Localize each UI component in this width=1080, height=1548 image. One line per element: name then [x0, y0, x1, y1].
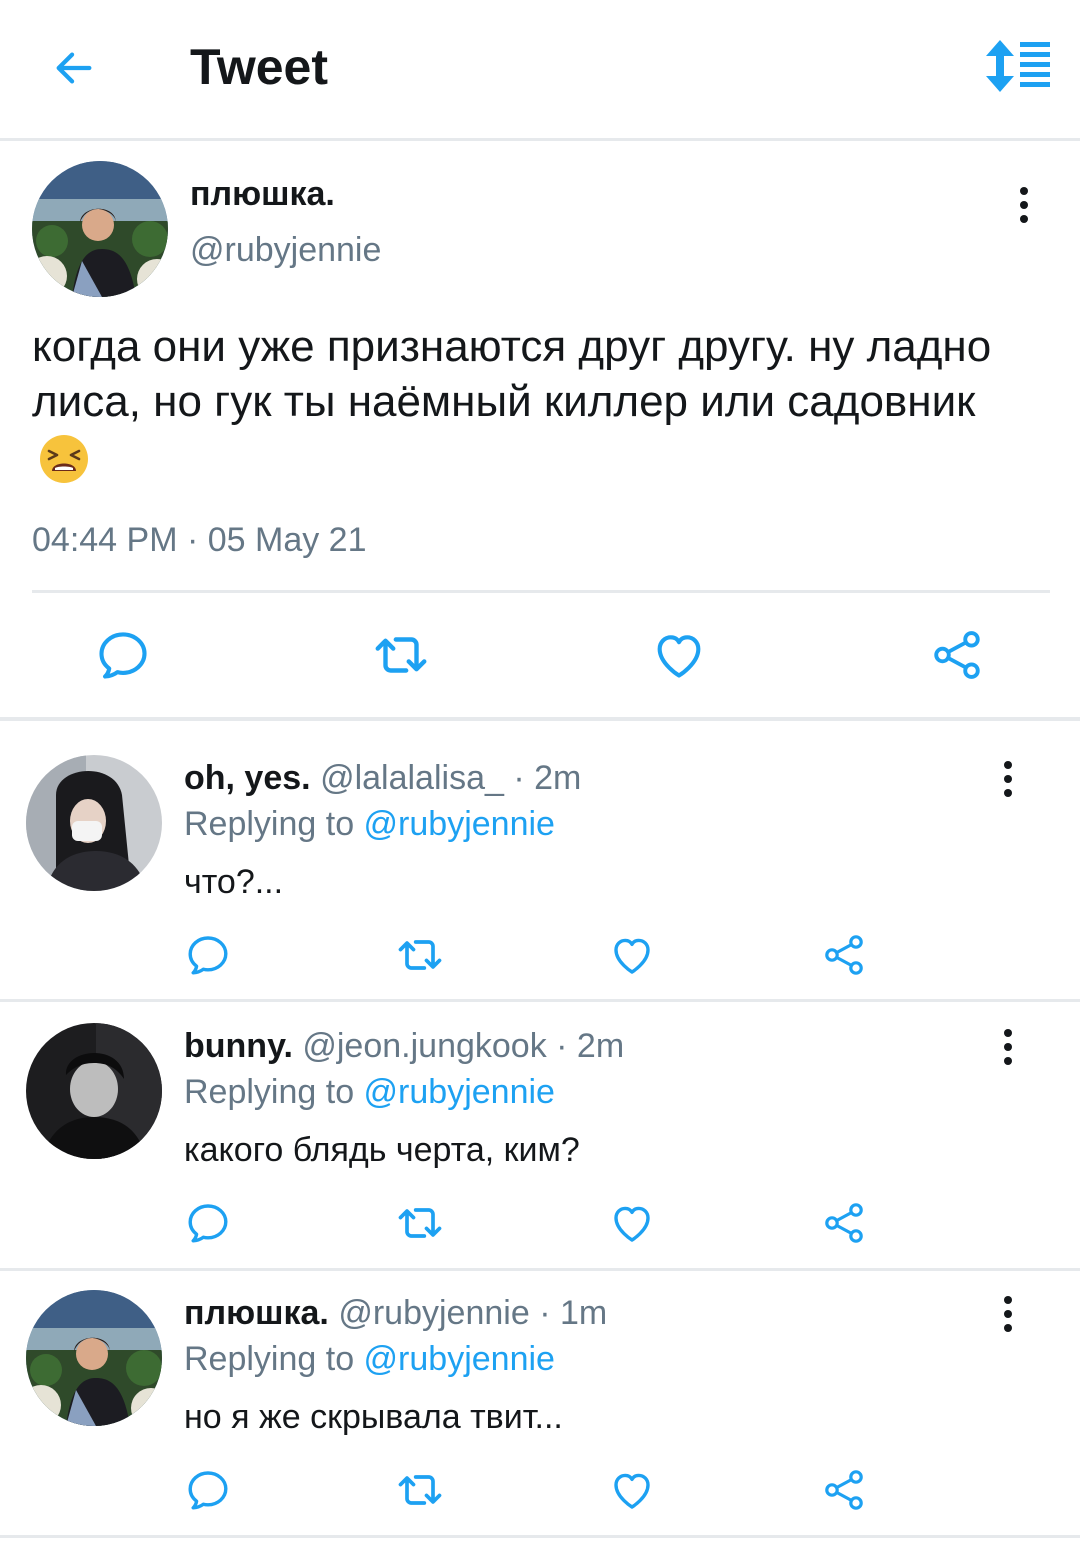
retweet-button[interactable] [366, 619, 436, 691]
like-icon [608, 1466, 656, 1514]
more-vertical-icon[interactable] [1004, 185, 1044, 225]
author-meta: @jeon.jungkook · 2m [302, 1027, 625, 1065]
reply-header: плюшка. @rubyjennie · 1m [184, 1294, 607, 1333]
retweet-button[interactable] [390, 1462, 450, 1518]
sort-button[interactable] [982, 38, 1054, 94]
divider [32, 590, 1050, 593]
replying-to: Replying to @rubyjennie [184, 1340, 555, 1379]
share-button[interactable] [814, 927, 874, 983]
back-arrow-icon [56, 52, 92, 84]
tired-face-emoji [40, 435, 88, 484]
replying-prefix: Replying to [184, 805, 364, 843]
author-meta: @rubyjennie · 1m [338, 1294, 608, 1332]
reply-icon [94, 626, 152, 684]
like-icon [608, 1199, 656, 1247]
share-icon [820, 931, 868, 979]
tweet-timestamp: 04:44 PM · 05 May 21 [32, 521, 367, 559]
replying-prefix: Replying to [184, 1073, 364, 1111]
author-name[interactable]: bunny. [184, 1027, 293, 1065]
retweet-icon [370, 624, 432, 686]
share-button[interactable] [814, 1462, 874, 1518]
retweet-icon [394, 929, 446, 981]
author-meta: @lalalalisa_ · 2m [320, 759, 582, 797]
reply-actions [0, 927, 1080, 987]
reply-text: что?... [184, 863, 284, 901]
divider [0, 1535, 1080, 1538]
reply-text: но я же скрывала твит... [184, 1398, 563, 1436]
mention-link[interactable]: @rubyjennie [364, 805, 555, 843]
author-handle[interactable]: @rubyjennie [190, 231, 381, 270]
like-button[interactable] [602, 1462, 662, 1518]
retweet-button[interactable] [390, 927, 450, 983]
share-button[interactable] [814, 1195, 874, 1251]
back-button[interactable] [46, 40, 102, 96]
reply-actions [0, 1462, 1080, 1522]
author-name[interactable]: плюшка. [190, 175, 335, 214]
avatar[interactable] [26, 1290, 162, 1426]
like-icon [608, 931, 656, 979]
reply-icon [184, 1199, 232, 1247]
page-title: Tweet [190, 39, 328, 95]
reply-button[interactable] [178, 927, 238, 983]
replying-to: Replying to @rubyjennie [184, 1073, 555, 1112]
retweet-button[interactable] [390, 1195, 450, 1251]
replying-to: Replying to @rubyjennie [184, 805, 555, 844]
author-name[interactable]: плюшка. [184, 1294, 329, 1332]
mention-link[interactable]: @rubyjennie [364, 1340, 555, 1378]
tweet-actions [0, 619, 1080, 699]
tweet-body: когда они уже признаются друг другу. ну … [32, 322, 992, 426]
reply-tweet[interactable]: bunny. @jeon.jungkook · 2m Replying to @… [0, 989, 1080, 1253]
more-vertical-icon[interactable] [988, 1294, 1028, 1334]
share-button[interactable] [922, 619, 992, 691]
retweet-icon [394, 1197, 446, 1249]
share-icon [820, 1466, 868, 1514]
share-icon [820, 1199, 868, 1247]
like-button[interactable] [602, 927, 662, 983]
reply-actions [0, 1195, 1080, 1255]
like-button[interactable] [644, 619, 714, 691]
reply-text: какого блядь черта, ким? [184, 1131, 580, 1169]
like-button[interactable] [602, 1195, 662, 1251]
mention-link[interactable]: @rubyjennie [364, 1073, 555, 1111]
reply-header: oh, yes. @lalalalisa_ · 2m [184, 759, 581, 798]
reply-tweet[interactable]: плюшка. @rubyjennie · 1m Replying to @ru… [0, 1256, 1080, 1520]
reply-button[interactable] [178, 1195, 238, 1251]
reply-header: bunny. @jeon.jungkook · 2m [184, 1027, 624, 1066]
sort-icon [986, 40, 1050, 92]
reply-tweet[interactable]: oh, yes. @lalalalisa_ · 2m Replying to @… [0, 721, 1080, 985]
more-vertical-icon[interactable] [988, 759, 1028, 799]
reply-button[interactable] [88, 619, 158, 691]
reply-icon [184, 931, 232, 979]
author-name[interactable]: oh, yes. [184, 759, 311, 797]
share-icon [928, 626, 986, 684]
like-icon [650, 626, 708, 684]
reply-icon [184, 1466, 232, 1514]
avatar[interactable] [26, 755, 162, 891]
avatar[interactable] [26, 1023, 162, 1159]
more-vertical-icon[interactable] [988, 1027, 1028, 1067]
main-tweet: плюшка. @rubyjennie когда они уже призна… [0, 141, 1080, 717]
replying-prefix: Replying to [184, 1340, 364, 1378]
avatar[interactable] [32, 161, 168, 297]
tweet-text: когда они уже признаются друг другу. ну … [32, 319, 1042, 485]
app-header: Tweet [0, 0, 1080, 141]
reply-button[interactable] [178, 1462, 238, 1518]
retweet-icon [394, 1464, 446, 1516]
